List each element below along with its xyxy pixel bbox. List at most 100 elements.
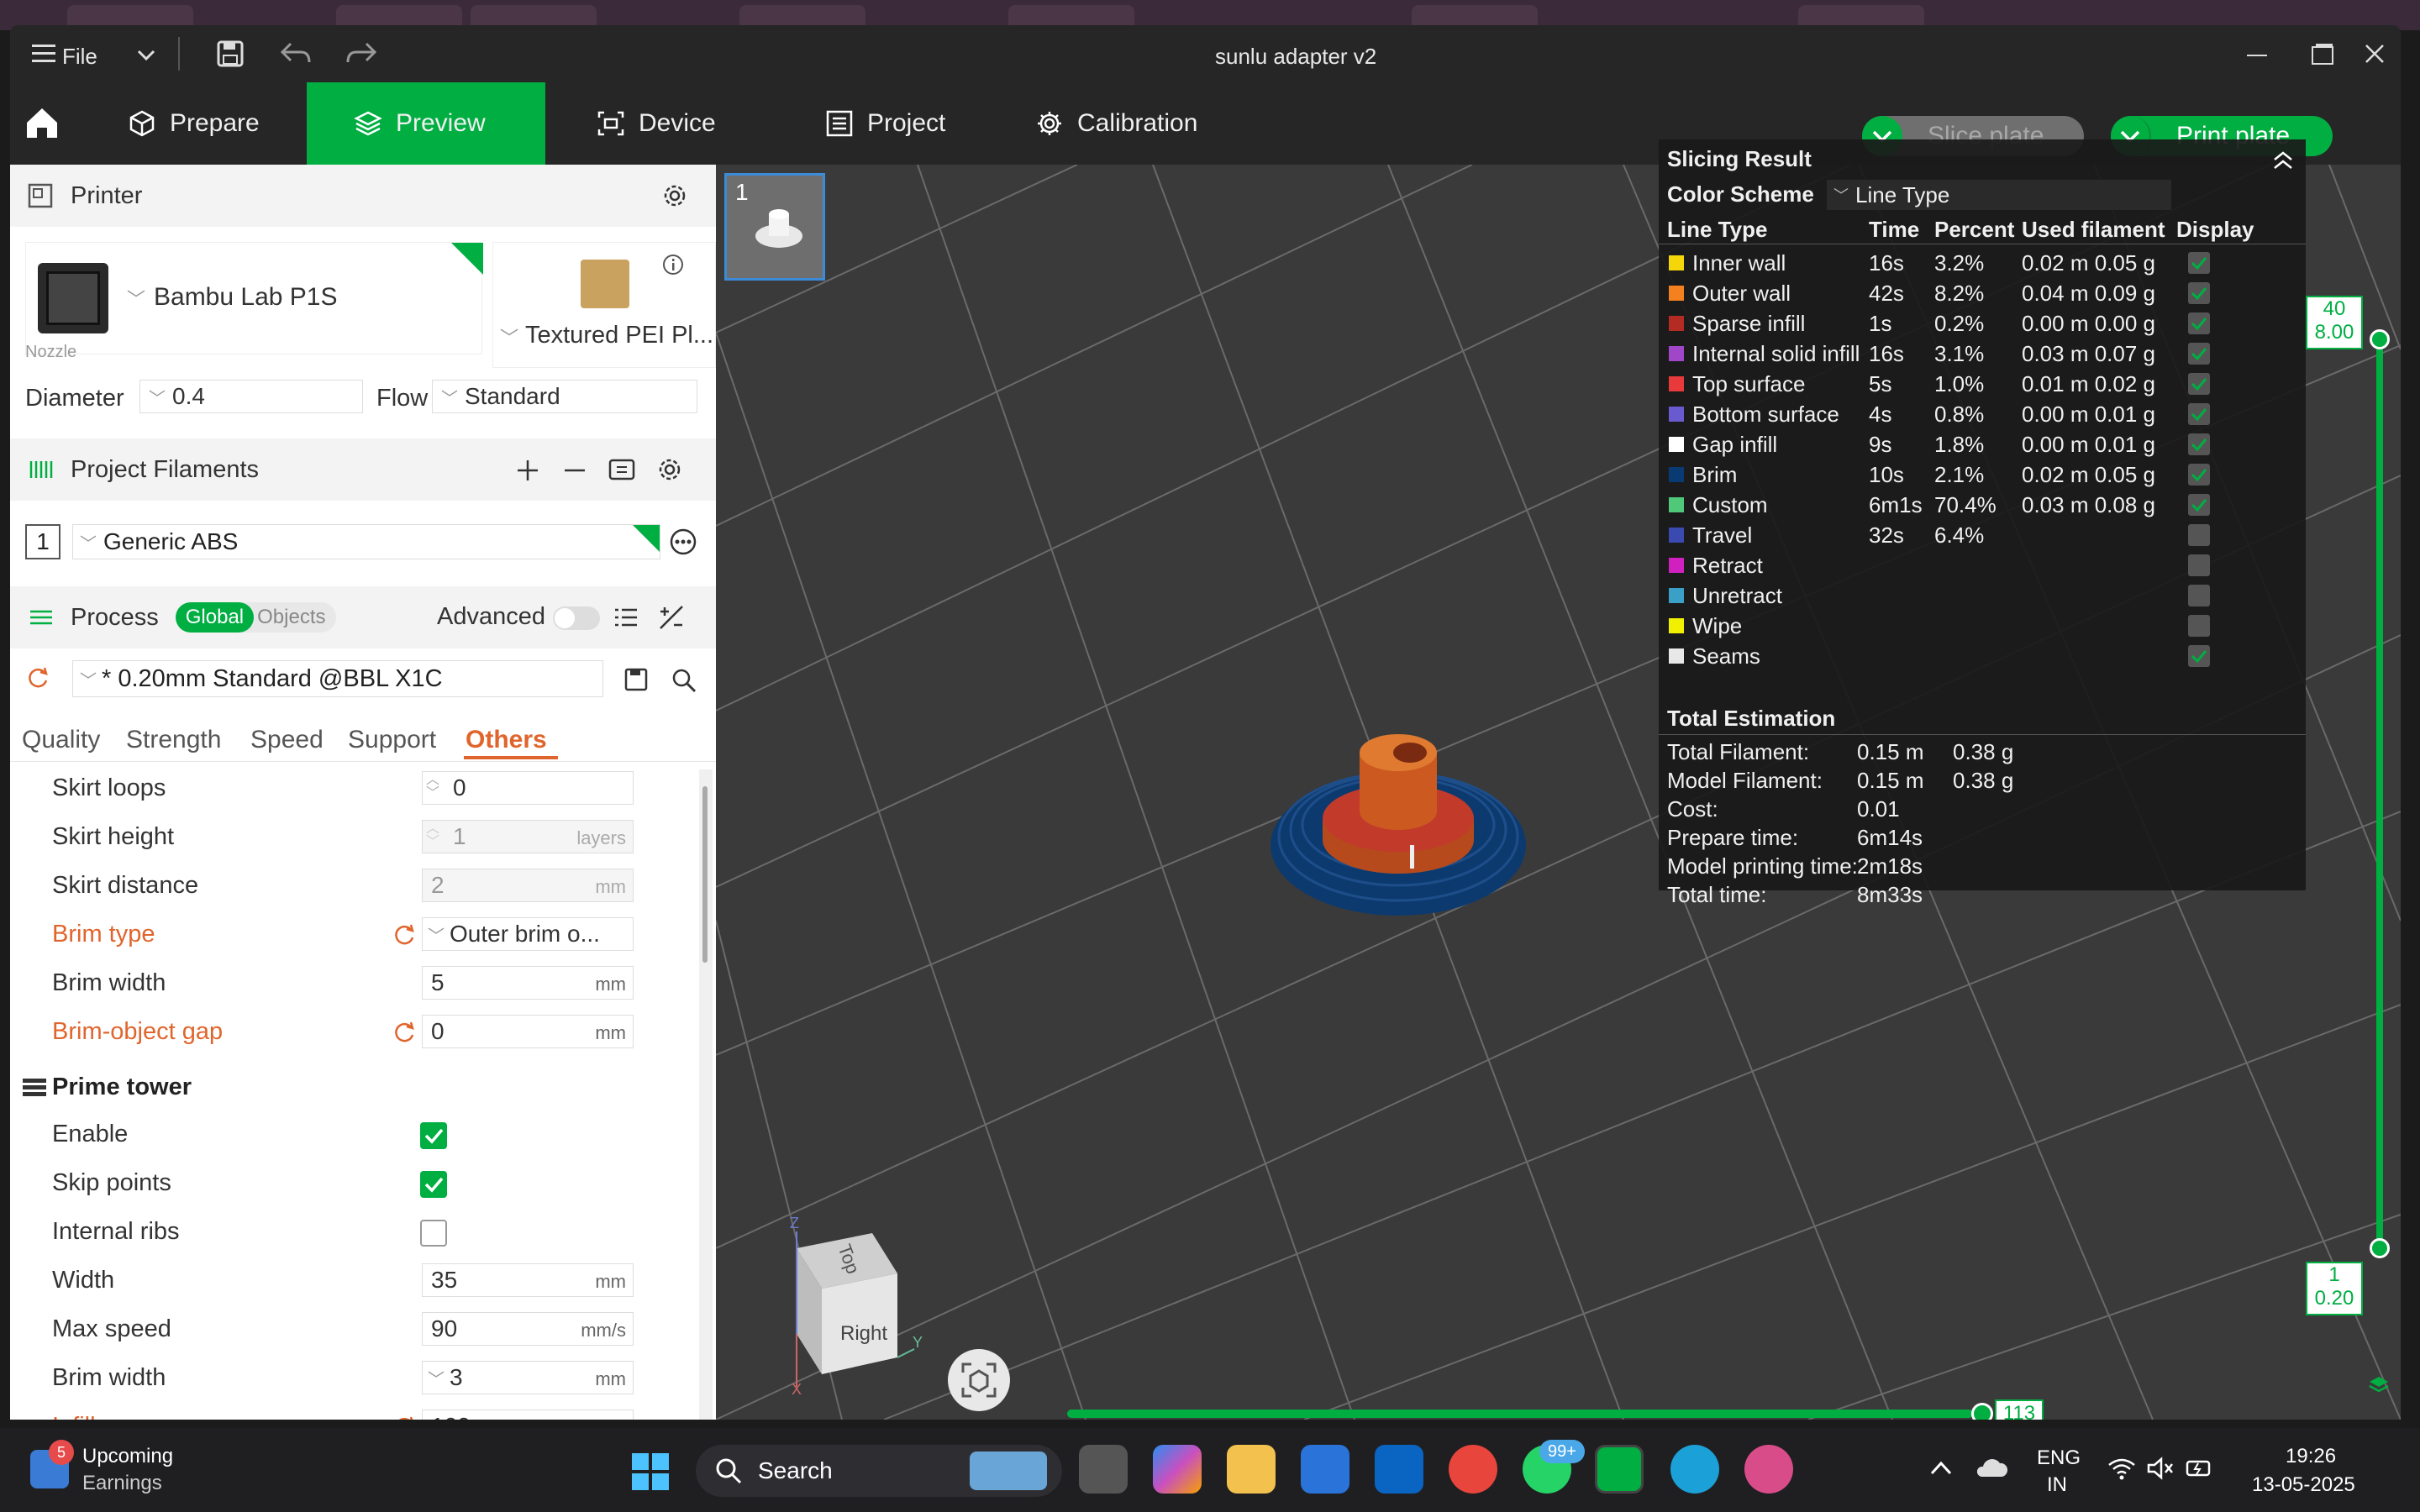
redo-icon[interactable] bbox=[345, 40, 378, 67]
brim-width-input[interactable]: 5 mm bbox=[422, 966, 634, 1000]
save-icon[interactable] bbox=[215, 39, 245, 69]
display-checkbox[interactable] bbox=[2188, 615, 2210, 637]
brim-object-gap-input[interactable]: 0 mm bbox=[422, 1015, 634, 1048]
filament-settings-gear-icon[interactable] bbox=[655, 455, 684, 484]
tab-strength[interactable]: Strength bbox=[126, 726, 221, 754]
chevron-down-icon[interactable] bbox=[136, 47, 156, 64]
infill-gap-input[interactable]: 100 % bbox=[422, 1410, 634, 1420]
display-checkbox[interactable] bbox=[2188, 645, 2210, 667]
toggle-global[interactable]: Global bbox=[175, 602, 255, 633]
hamburger-menu-icon[interactable] bbox=[30, 40, 57, 67]
tab-support[interactable]: Support bbox=[348, 726, 436, 754]
scrollbar-thumb[interactable] bbox=[702, 786, 708, 963]
undo-icon[interactable] bbox=[279, 40, 313, 67]
file-menu[interactable]: File bbox=[62, 44, 97, 70]
display-checkbox[interactable] bbox=[2188, 343, 2210, 365]
windows-start-icon[interactable] bbox=[632, 1453, 669, 1490]
layers-toggle-icon[interactable] bbox=[2368, 1374, 2390, 1396]
outlook-icon[interactable] bbox=[1375, 1445, 1423, 1494]
move-slider-handle[interactable] bbox=[1971, 1403, 1993, 1420]
fit-view-button[interactable] bbox=[948, 1349, 1010, 1411]
reset-icon[interactable] bbox=[392, 1020, 417, 1045]
enable-checkbox[interactable] bbox=[420, 1122, 447, 1149]
skirt-loops-input[interactable]: ︿ ﹀ 0 bbox=[422, 771, 634, 805]
display-checkbox[interactable] bbox=[2188, 403, 2210, 425]
view-cube[interactable]: Top Right Z X Y bbox=[763, 1215, 931, 1399]
plate-thumbnail[interactable]: 1 bbox=[724, 173, 825, 281]
reset-icon[interactable] bbox=[392, 1415, 417, 1420]
maximize-icon[interactable] bbox=[2309, 40, 2336, 67]
collapse-icon[interactable] bbox=[2270, 148, 2296, 173]
onedrive-cloud-icon[interactable] bbox=[1975, 1455, 2008, 1480]
skip-points-checkbox[interactable] bbox=[420, 1171, 447, 1198]
battery-charging-icon[interactable] bbox=[2185, 1457, 2215, 1480]
minimize-icon[interactable] bbox=[2245, 44, 2269, 67]
reset-icon[interactable] bbox=[392, 922, 417, 948]
remove-filament-icon[interactable] bbox=[561, 457, 588, 484]
display-checkbox[interactable] bbox=[2188, 433, 2210, 455]
volume-muted-icon[interactable] bbox=[2146, 1457, 2175, 1480]
printer-card[interactable]: ﹀ Bambu Lab P1S bbox=[25, 242, 483, 354]
max-speed-input[interactable]: 90 mm/s bbox=[422, 1312, 634, 1346]
display-checkbox[interactable] bbox=[2188, 524, 2210, 546]
more-options-icon[interactable] bbox=[669, 528, 697, 556]
tab-project[interactable]: Project bbox=[808, 82, 1010, 165]
language-top[interactable]: ENG bbox=[2037, 1446, 2081, 1470]
taskbar-search-box[interactable]: Search bbox=[696, 1445, 1062, 1497]
tab-preview[interactable]: Preview bbox=[307, 82, 545, 165]
printer-settings-gear-icon[interactable] bbox=[660, 181, 689, 210]
tab-calibration[interactable]: Calibration bbox=[1018, 82, 1237, 165]
process-preset-select[interactable]: ﹀ * 0.20mm Standard @BBL X1C bbox=[72, 660, 603, 697]
brim-type-select[interactable]: ﹀ Outer brim o... bbox=[422, 917, 634, 951]
add-filament-icon[interactable] bbox=[514, 457, 541, 484]
search-settings-icon[interactable] bbox=[671, 667, 697, 694]
color-scheme-select[interactable]: ﹀ Line Type bbox=[1827, 180, 2171, 210]
display-checkbox[interactable] bbox=[2188, 494, 2210, 516]
layer-slider-bottom-handle[interactable] bbox=[2370, 1238, 2390, 1258]
chrome-icon[interactable] bbox=[1449, 1445, 1497, 1494]
tower-brim-width-select[interactable]: ﹀ 3 mm bbox=[422, 1361, 634, 1394]
filament-select[interactable]: ﹀ Generic ABS bbox=[72, 524, 660, 559]
tab-prepare[interactable]: Prepare bbox=[111, 82, 313, 165]
compare-icon[interactable] bbox=[657, 603, 686, 632]
toggle-objects[interactable]: Objects bbox=[254, 606, 335, 629]
home-icon[interactable] bbox=[24, 104, 60, 141]
move-slider-track[interactable] bbox=[1067, 1410, 1973, 1418]
file-explorer-icon[interactable] bbox=[1227, 1445, 1276, 1494]
reset-icon[interactable] bbox=[25, 665, 50, 690]
display-checkbox[interactable] bbox=[2188, 464, 2210, 486]
global-objects-toggle[interactable]: Global Objects bbox=[175, 602, 336, 633]
skirt-height-input[interactable]: ︿ ﹀ 1 layers bbox=[422, 820, 634, 853]
display-checkbox[interactable] bbox=[2188, 282, 2210, 304]
chrome-profile-icon[interactable] bbox=[1744, 1445, 1793, 1494]
tab-quality[interactable]: Quality bbox=[22, 726, 100, 754]
display-checkbox[interactable] bbox=[2188, 373, 2210, 395]
plate-card[interactable]: ﹀ Textured PEI Pl... bbox=[492, 242, 716, 368]
microsoft-store-icon[interactable] bbox=[1301, 1445, 1349, 1494]
copilot-icon[interactable] bbox=[1153, 1445, 1202, 1494]
wifi-icon[interactable] bbox=[2107, 1457, 2136, 1480]
display-checkbox[interactable] bbox=[2188, 585, 2210, 606]
tab-device[interactable]: Device bbox=[580, 82, 781, 165]
info-icon[interactable] bbox=[661, 253, 685, 276]
filament-slot-number[interactable]: 1 bbox=[25, 524, 60, 559]
layer-slider-top-handle[interactable] bbox=[2370, 329, 2390, 349]
display-checkbox[interactable] bbox=[2188, 312, 2210, 334]
task-view-icon[interactable] bbox=[1079, 1445, 1128, 1494]
list-view-icon[interactable] bbox=[612, 603, 640, 632]
save-preset-icon[interactable] bbox=[623, 667, 649, 692]
skirt-distance-input[interactable]: 2 mm bbox=[422, 869, 634, 902]
bambu-studio-icon[interactable] bbox=[1595, 1445, 1644, 1494]
layer-slider-track[interactable] bbox=[2376, 333, 2383, 1248]
close-icon[interactable] bbox=[2361, 40, 2388, 67]
diameter-select[interactable]: ﹀ 0.4 bbox=[139, 380, 363, 413]
settings-scrollbar[interactable] bbox=[699, 769, 713, 1420]
edge-icon[interactable] bbox=[1670, 1445, 1719, 1494]
tab-others[interactable]: Others bbox=[466, 726, 547, 754]
weather-title[interactable]: Upcoming bbox=[82, 1445, 173, 1468]
width-input[interactable]: 35 mm bbox=[422, 1263, 634, 1297]
display-checkbox[interactable] bbox=[2188, 252, 2210, 274]
clock-time[interactable]: 19:26 bbox=[2286, 1445, 2336, 1468]
display-checkbox[interactable] bbox=[2188, 554, 2210, 576]
advanced-switch[interactable] bbox=[553, 606, 600, 630]
